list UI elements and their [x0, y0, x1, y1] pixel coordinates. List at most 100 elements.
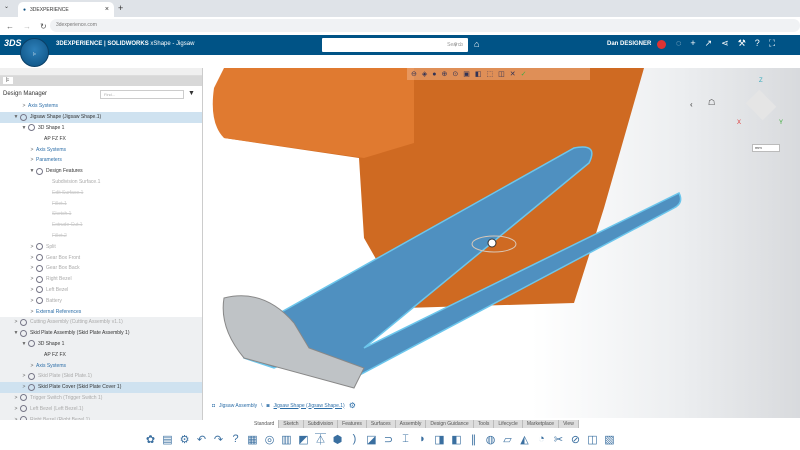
tools-icon[interactable]: ⚒: [738, 38, 746, 49]
shading-icon[interactable]: ●: [432, 71, 436, 78]
globe-icon[interactable]: ⊕: [442, 70, 448, 78]
back-icon[interactable]: ←: [6, 22, 14, 31]
expand-icon[interactable]: >: [28, 255, 36, 261]
prev-view-icon[interactable]: ‹: [690, 100, 693, 109]
expand-icon[interactable]: ▼: [20, 125, 28, 131]
tree-item[interactable]: > External References: [0, 306, 202, 317]
avatar[interactable]: [657, 40, 666, 49]
expand-icon[interactable]: >: [28, 265, 36, 271]
tree-item[interactable]: > Left Bezel: [0, 285, 202, 296]
new-tab-icon[interactable]: +: [118, 3, 123, 13]
tree-item[interactable]: Fillet.1: [0, 198, 202, 209]
fullscreen-icon[interactable]: ⛶: [769, 38, 775, 49]
tree-item[interactable]: ▼ Skid Plate Assembly (Skid Plate Assembl…: [0, 327, 202, 339]
expand-icon[interactable]: >: [28, 157, 36, 163]
tree-item[interactable]: > Gear Box Back: [0, 263, 202, 274]
view-cube[interactable]: Z X Y: [737, 78, 787, 133]
url-field[interactable]: 3dexperience.com: [50, 19, 800, 32]
tree-item[interactable]: Extrude Cut.1: [0, 220, 202, 231]
tab-surfaces[interactable]: Surfaces: [367, 420, 396, 428]
expand-icon[interactable]: >: [20, 373, 28, 379]
forward-icon[interactable]: →: [23, 22, 31, 31]
sphere-icon[interactable]: ◍: [484, 433, 497, 446]
network-icon[interactable]: ⋖: [721, 38, 729, 49]
search-icon[interactable]: ⚲ ⌄: [454, 38, 463, 52]
tree-item[interactable]: > Battery: [0, 295, 202, 306]
user-name[interactable]: Dan DESIGNER: [607, 41, 651, 47]
section-icon[interactable]: ▣: [463, 70, 470, 78]
tab-standard[interactable]: Standard: [250, 420, 280, 428]
fill-icon[interactable]: ◗: [416, 433, 429, 445]
compass-widget[interactable]: ▷: [20, 38, 49, 67]
tab-view[interactable]: View: [559, 420, 579, 428]
search-input[interactable]: Search ⚲ ⌄: [322, 38, 468, 52]
tree-tab[interactable]: ⊧: [0, 76, 202, 86]
tab-tools[interactable]: Tools: [474, 420, 495, 428]
manipulator-handle[interactable]: [487, 238, 497, 248]
expand-icon[interactable]: >: [28, 244, 36, 250]
expand-icon[interactable]: >: [12, 395, 20, 401]
tree-item[interactable]: > Right Bezel: [0, 274, 202, 285]
tree-item[interactable]: > Split: [0, 241, 202, 252]
units-select[interactable]: mm: [752, 144, 780, 152]
expand-icon[interactable]: >: [28, 147, 36, 153]
expand-icon[interactable]: ▼: [20, 341, 28, 347]
expand-icon[interactable]: >: [28, 298, 36, 304]
expand-icon[interactable]: >: [12, 319, 20, 325]
cut-icon[interactable]: ✂: [552, 433, 565, 446]
measure-icon[interactable]: ◧: [475, 70, 482, 78]
3d-viewport[interactable]: [204, 68, 800, 418]
part-icon[interactable]: ◫: [586, 433, 599, 446]
plane-icon[interactable]: ▥: [280, 433, 293, 446]
sweep-icon[interactable]: ◪: [365, 433, 378, 446]
tree-item[interactable]: Sketch.1: [0, 209, 202, 220]
render-icon[interactable]: ▧: [603, 433, 616, 446]
panel-collapse-bar[interactable]: [0, 68, 202, 76]
tab-lifecycle[interactable]: Lifecycle: [494, 420, 523, 428]
expand-icon[interactable]: >: [28, 276, 36, 282]
revolve-icon[interactable]: ): [348, 433, 361, 445]
tree-item[interactable]: ▼ Design Features: [0, 166, 202, 177]
tab-marketplace[interactable]: Marketplace: [523, 420, 560, 428]
tree-item[interactable]: ▼ 3D Shape 1: [0, 338, 202, 350]
accept-icon[interactable]: ✓: [521, 70, 527, 78]
zoom-icon[interactable]: ⊙: [452, 70, 458, 78]
expand-icon[interactable]: >: [28, 309, 36, 315]
loft-icon[interactable]: ⊃: [382, 433, 395, 446]
tree-item[interactable]: AP FZ FX: [0, 349, 202, 361]
help-icon[interactable]: ?: [229, 433, 242, 445]
shell-icon[interactable]: ⌶: [399, 433, 412, 446]
fit-icon[interactable]: ⊖: [411, 70, 417, 78]
tab-sketch[interactable]: Sketch: [279, 420, 304, 428]
tab-assembly[interactable]: Assembly: [396, 420, 427, 428]
settings-icon[interactable]: ✿: [144, 433, 157, 446]
cube-face[interactable]: [745, 89, 777, 121]
tree-item[interactable]: > Parameters: [0, 155, 202, 166]
tab-features[interactable]: Features: [338, 420, 367, 428]
expand-icon[interactable]: >: [12, 406, 20, 412]
expand-icon[interactable]: >: [28, 363, 36, 369]
close-tab-icon[interactable]: ×: [105, 6, 109, 13]
mirror-icon[interactable]: ◧: [450, 433, 463, 446]
tree-item[interactable]: Fillet.2: [0, 231, 202, 242]
tree-item[interactable]: Edit Surface.1: [0, 187, 202, 198]
filter-icon[interactable]: ▼: [188, 90, 195, 97]
redo-icon[interactable]: ↷: [212, 433, 225, 446]
tab-list-icon[interactable]: ⌄: [4, 3, 9, 10]
tree-item[interactable]: AP FZ FX: [0, 133, 202, 144]
tab-design-guidance[interactable]: Design Guidance: [426, 420, 474, 428]
sketch-icon[interactable]: ▦: [246, 433, 259, 446]
tree-item[interactable]: > Skid Plate (Skid Plate.1): [0, 370, 202, 382]
tree-item[interactable]: > Axis Systems: [0, 101, 202, 112]
breadcrumb-root[interactable]: Jigsaw Assembly: [219, 403, 257, 409]
browser-tab[interactable]: ● 3DEXPERIENCE ×: [18, 2, 114, 17]
cube-icon[interactable]: ◫: [498, 70, 505, 78]
tree-item[interactable]: > Trigger Switch (Trigger Switch 1): [0, 392, 202, 404]
expand-icon[interactable]: ▼: [12, 330, 20, 336]
select-icon[interactable]: ⬚: [487, 70, 494, 78]
tree-item[interactable]: > Skid Plate Cover (Skid Plate Cover 1): [0, 381, 202, 393]
pattern-icon[interactable]: ∥: [467, 433, 480, 446]
help-icon[interactable]: ?: [755, 38, 760, 49]
tree-item[interactable]: ▼ Jigsaw Shape (Jigsaw Shape.1): [0, 111, 202, 123]
draft-icon[interactable]: ◭: [518, 433, 531, 446]
